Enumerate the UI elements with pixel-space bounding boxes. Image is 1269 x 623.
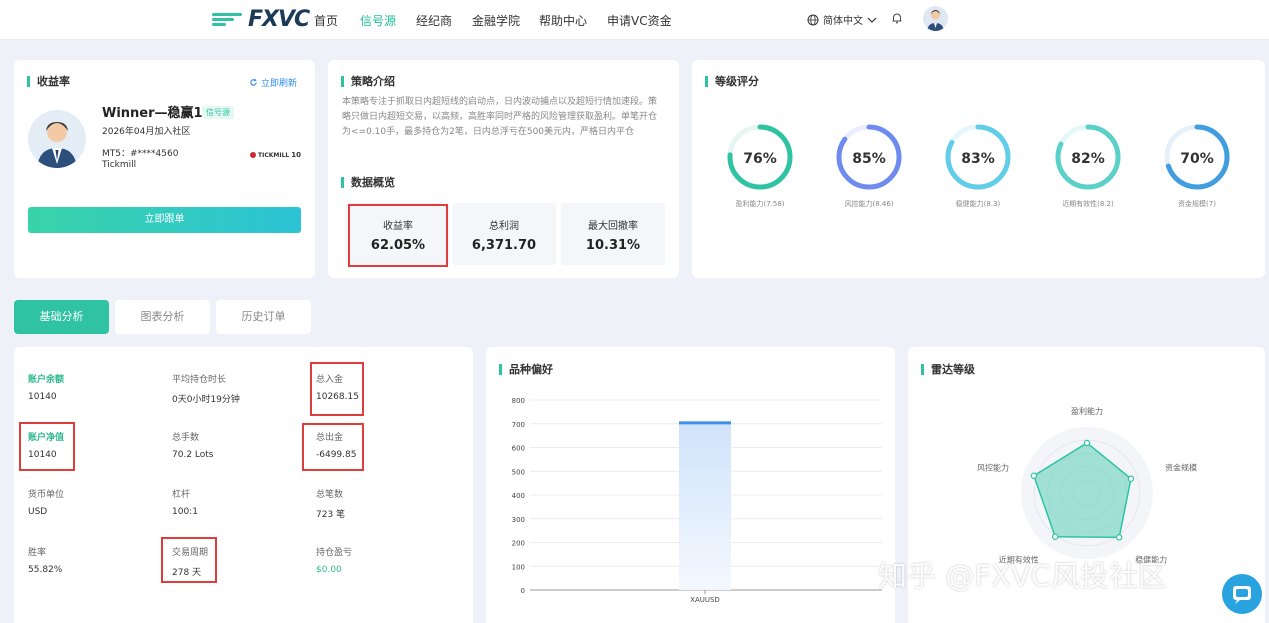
radar-point	[1127, 475, 1135, 482]
radar-axis-label: 风控能力	[977, 463, 1009, 473]
radar-point	[1083, 439, 1091, 447]
watermark: 知乎 @FXVC风投社区	[878, 559, 1167, 593]
radar-point	[1115, 534, 1123, 541]
radar-axis-label: 盈利能力	[1071, 406, 1103, 416]
radar-axis-label: 资金规模	[1165, 463, 1197, 473]
radar-chart: 盈利能力资金规模稳健能力近期有效性风控能力	[977, 406, 1197, 564]
radar-point	[1051, 533, 1059, 540]
radar-point	[1030, 472, 1038, 479]
chat-icon	[1233, 586, 1251, 604]
chat-button[interactable]	[1222, 574, 1262, 614]
